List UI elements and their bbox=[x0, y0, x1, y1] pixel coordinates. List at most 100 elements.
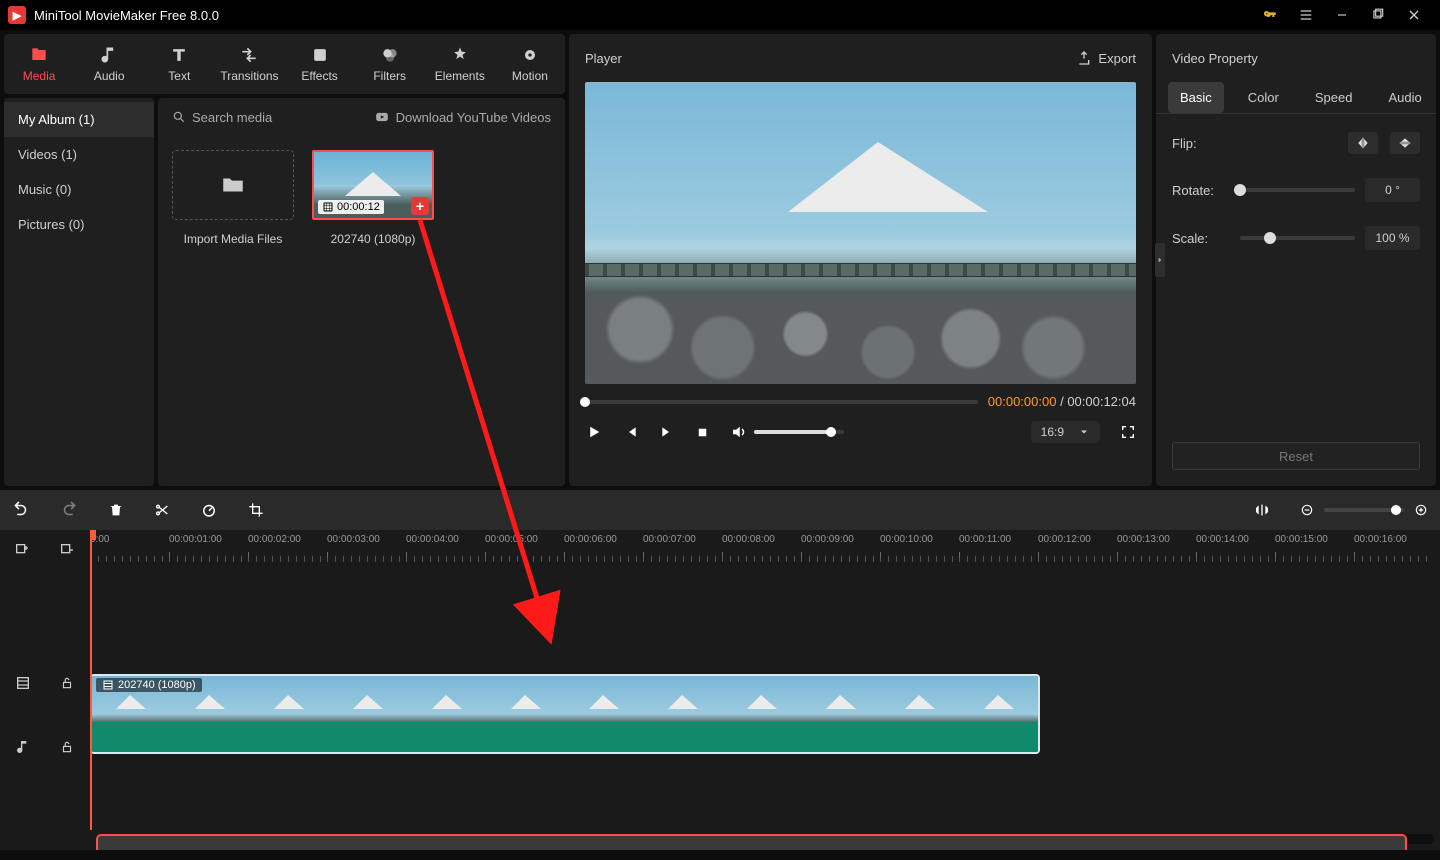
prop-tab-speed[interactable]: Speed bbox=[1303, 82, 1365, 113]
timeline-clip-label: 202740 (1080p) bbox=[118, 679, 196, 691]
sidebar-item-videos[interactable]: Videos (1) bbox=[4, 137, 154, 172]
volume-icon[interactable] bbox=[730, 423, 748, 441]
flip-horizontal-button[interactable] bbox=[1348, 132, 1378, 154]
player-title: Player bbox=[585, 51, 622, 66]
scale-slider[interactable] bbox=[1240, 236, 1355, 240]
tab-text[interactable]: Text bbox=[144, 34, 214, 94]
volume-slider[interactable] bbox=[754, 430, 844, 434]
sidebar-item-pictures[interactable]: Pictures (0) bbox=[4, 207, 154, 242]
collapse-properties-button[interactable] bbox=[1155, 243, 1165, 277]
tab-label: Effects bbox=[301, 69, 337, 83]
video-track-icon bbox=[15, 675, 31, 691]
youtube-label: Download YouTube Videos bbox=[396, 110, 551, 125]
timeline-clip[interactable]: 202740 (1080p) bbox=[90, 674, 1040, 754]
total-time: 00:00:12:04 bbox=[1067, 394, 1136, 409]
tab-transitions[interactable]: Transitions bbox=[214, 34, 284, 94]
tab-elements[interactable]: Elements bbox=[425, 34, 495, 94]
sidebar-item-music[interactable]: Music (0) bbox=[4, 172, 154, 207]
audio-track-lock[interactable] bbox=[60, 740, 74, 754]
prop-tab-audio[interactable]: Audio bbox=[1376, 82, 1433, 113]
tab-label: Media bbox=[23, 69, 56, 83]
tab-effects[interactable]: Effects bbox=[285, 34, 355, 94]
folder-icon bbox=[220, 172, 246, 198]
flip-label: Flip: bbox=[1172, 136, 1228, 151]
playback-timecodes: 00:00:00:00 / 00:00:12:04 bbox=[988, 394, 1136, 409]
redo-button[interactable] bbox=[60, 501, 78, 519]
search-input[interactable]: Search media bbox=[172, 110, 272, 125]
remove-track-button[interactable] bbox=[59, 542, 75, 558]
video-preview[interactable] bbox=[585, 82, 1136, 384]
scale-label: Scale: bbox=[1172, 231, 1228, 246]
maximize-button[interactable] bbox=[1360, 0, 1396, 30]
titlebar: ▶ MiniTool MovieMaker Free 8.0.0 bbox=[0, 0, 1440, 30]
fullscreen-button[interactable] bbox=[1120, 424, 1136, 440]
tab-label: Text bbox=[168, 69, 190, 83]
crop-button[interactable] bbox=[248, 502, 264, 518]
menu-icon[interactable] bbox=[1288, 0, 1324, 30]
play-button[interactable] bbox=[585, 423, 603, 441]
film-icon bbox=[322, 201, 334, 213]
flip-vertical-button[interactable] bbox=[1390, 132, 1420, 154]
app-title: MiniTool MovieMaker Free 8.0.0 bbox=[34, 8, 219, 23]
timeline-toolbar bbox=[0, 490, 1440, 530]
import-media-button[interactable] bbox=[172, 150, 294, 220]
import-caption: Import Media Files bbox=[172, 232, 294, 246]
search-icon bbox=[172, 110, 186, 124]
rotate-slider[interactable] bbox=[1240, 188, 1355, 192]
zoom-in-button[interactable] bbox=[1414, 503, 1428, 517]
clip-duration-badge: 00:00:12 bbox=[318, 200, 384, 214]
download-youtube-button[interactable]: Download YouTube Videos bbox=[374, 110, 551, 125]
timeline: 0:0000:00:01:0000:00:02:0000:00:03:0000:… bbox=[0, 530, 1440, 850]
tab-label: Filters bbox=[373, 69, 406, 83]
license-key-icon[interactable] bbox=[1252, 0, 1288, 30]
zoom-slider[interactable] bbox=[1324, 508, 1404, 512]
add-track-button[interactable] bbox=[14, 542, 30, 558]
tab-label: Transitions bbox=[220, 69, 278, 83]
prop-tab-color[interactable]: Color bbox=[1236, 82, 1291, 113]
time-ruler[interactable]: 0:0000:00:01:0000:00:02:0000:00:03:0000:… bbox=[90, 530, 1440, 564]
tab-label: Motion bbox=[512, 69, 548, 83]
media-panel: Search media Download YouTube Videos Imp… bbox=[158, 98, 565, 486]
tab-audio[interactable]: Audio bbox=[74, 34, 144, 94]
tab-label: Elements bbox=[435, 69, 485, 83]
timeline-scrollbar[interactable] bbox=[96, 834, 1434, 844]
split-button[interactable] bbox=[154, 502, 170, 518]
scale-value[interactable]: 100 % bbox=[1365, 226, 1420, 250]
rotate-value[interactable]: 0 ° bbox=[1365, 178, 1420, 202]
clip-caption: 202740 (1080p) bbox=[312, 232, 434, 246]
reset-button[interactable]: Reset bbox=[1172, 442, 1420, 470]
prev-frame-button[interactable] bbox=[623, 424, 639, 440]
media-clip-thumb[interactable]: 00:00:12 + bbox=[312, 150, 434, 220]
speed-button[interactable] bbox=[200, 501, 218, 519]
sidebar-item-my-album[interactable]: My Album (1) bbox=[4, 102, 154, 137]
youtube-icon bbox=[374, 110, 390, 124]
export-button[interactable]: Export bbox=[1076, 50, 1136, 66]
main-tabs: Media Audio Text Transitions Effects Fil… bbox=[4, 34, 565, 94]
playhead[interactable] bbox=[90, 530, 92, 830]
add-clip-button[interactable]: + bbox=[411, 197, 429, 215]
search-placeholder: Search media bbox=[192, 110, 272, 125]
tab-filters[interactable]: Filters bbox=[355, 34, 425, 94]
delete-button[interactable] bbox=[108, 502, 124, 518]
properties-title: Video Property bbox=[1172, 51, 1258, 66]
properties-panel: Video Property Basic Color Speed Audio F… bbox=[1156, 34, 1436, 486]
track-area[interactable]: 202740 (1080p) bbox=[90, 564, 1440, 830]
tab-label: Audio bbox=[94, 69, 125, 83]
zoom-out-button[interactable] bbox=[1300, 503, 1314, 517]
tab-media[interactable]: Media bbox=[4, 34, 74, 94]
tab-motion[interactable]: Motion bbox=[495, 34, 565, 94]
close-button[interactable] bbox=[1396, 0, 1432, 30]
app-icon: ▶ bbox=[8, 6, 26, 24]
video-track-lock[interactable] bbox=[60, 676, 74, 690]
current-time: 00:00:00:00 bbox=[988, 394, 1057, 409]
next-frame-button[interactable] bbox=[659, 424, 675, 440]
undo-button[interactable] bbox=[12, 501, 30, 519]
zoom-fit-icon[interactable] bbox=[1254, 502, 1270, 518]
prop-tab-basic[interactable]: Basic bbox=[1168, 82, 1224, 113]
player-panel: Player Export 00:00:00:00 / 00:00:12:04 bbox=[569, 34, 1152, 486]
aspect-ratio-select[interactable]: 16:9 bbox=[1031, 421, 1100, 443]
minimize-button[interactable] bbox=[1324, 0, 1360, 30]
media-sidebar: My Album (1) Videos (1) Music (0) Pictur… bbox=[4, 98, 154, 486]
playback-progress[interactable] bbox=[585, 400, 978, 404]
stop-button[interactable] bbox=[695, 425, 710, 440]
